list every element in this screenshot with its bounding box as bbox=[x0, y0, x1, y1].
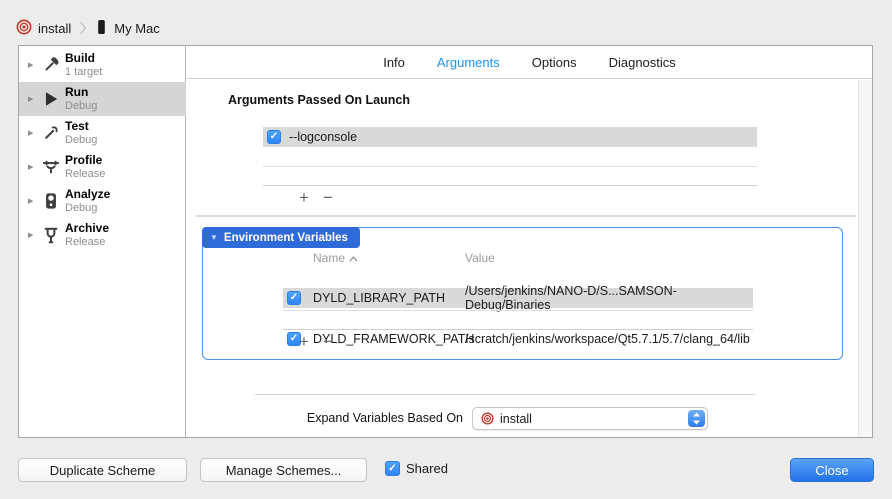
column-header-name[interactable]: Name bbox=[313, 251, 358, 265]
scheme-editor-window: { "window": { "scheme": "install", "dest… bbox=[0, 0, 892, 499]
shared-control: Shared bbox=[385, 461, 448, 476]
sidebar-item-build[interactable]: Build 1 target bbox=[19, 48, 186, 82]
disclosure-triangle-icon[interactable] bbox=[28, 95, 38, 103]
close-button[interactable]: Close bbox=[790, 458, 874, 482]
table-divider bbox=[283, 310, 753, 311]
remove-argument-button[interactable]: − bbox=[320, 190, 336, 206]
arguments-section-title: Arguments Passed On Launch bbox=[228, 93, 410, 107]
env-var-value[interactable]: /scratch/jenkins/workspace/Qt5.7.1/5.7/c… bbox=[465, 332, 750, 346]
tab-info[interactable]: Info bbox=[383, 55, 405, 70]
breadcrumb-scheme-name[interactable]: install bbox=[38, 21, 71, 36]
target-icon[interactable] bbox=[16, 19, 32, 38]
table-divider bbox=[263, 185, 757, 186]
manage-schemes-button[interactable]: Manage Schemes... bbox=[200, 458, 367, 482]
remove-env-var-button[interactable]: − bbox=[320, 334, 336, 350]
shared-label: Shared bbox=[406, 461, 448, 476]
add-argument-button[interactable]: + bbox=[296, 190, 312, 206]
expand-variables-value: install bbox=[500, 412, 532, 426]
target-icon bbox=[481, 412, 494, 425]
tab-options[interactable]: Options bbox=[532, 55, 577, 70]
sidebar-item-profile[interactable]: Profile Release bbox=[19, 150, 186, 184]
profile-icon bbox=[41, 157, 61, 177]
breadcrumb: install My Mac bbox=[16, 18, 160, 38]
mac-icon bbox=[95, 19, 108, 38]
sidebar-item-title: Test bbox=[65, 120, 97, 134]
sidebar-item-analyze[interactable]: Analyze Debug bbox=[19, 184, 186, 218]
env-var-row[interactable]: DYLD_LIBRARY_PATH /Users/jenkins/NANO-D/… bbox=[283, 288, 753, 308]
sidebar-item-subtitle: 1 target bbox=[65, 66, 102, 79]
environment-variables-badge[interactable]: Environment Variables bbox=[202, 227, 360, 248]
popup-stepper-icon[interactable] bbox=[688, 410, 705, 427]
sidebar-item-subtitle: Release bbox=[65, 236, 109, 249]
environment-variables-title: Environment Variables bbox=[224, 232, 348, 244]
sidebar-item-subtitle: Release bbox=[65, 168, 105, 181]
chevron-right-icon bbox=[79, 21, 87, 35]
env-var-value[interactable]: /Users/jenkins/NANO-D/S...SAMSON-Debug/B… bbox=[465, 284, 753, 312]
disclosure-triangle-icon[interactable] bbox=[28, 197, 38, 205]
section-separator bbox=[196, 215, 856, 217]
sidebar-item-run[interactable]: Run Debug bbox=[19, 82, 186, 116]
section-separator bbox=[255, 394, 755, 395]
sidebar-item-title: Run bbox=[65, 86, 97, 100]
column-header-value[interactable]: Value bbox=[465, 251, 495, 265]
test-icon bbox=[41, 123, 61, 143]
disclosure-triangle-icon[interactable] bbox=[28, 163, 38, 171]
sidebar-item-archive[interactable]: Archive Release bbox=[19, 218, 186, 252]
tab-diagnostics[interactable]: Diagnostics bbox=[609, 55, 676, 70]
argument-checkbox[interactable] bbox=[267, 130, 281, 144]
sidebar-item-title: Profile bbox=[65, 154, 105, 168]
sidebar-item-subtitle: Debug bbox=[65, 202, 110, 215]
disclosure-triangle-icon[interactable] bbox=[28, 231, 38, 239]
expand-variables-label: Expand Variables Based On bbox=[263, 411, 463, 425]
argument-value[interactable]: --logconsole bbox=[289, 130, 357, 144]
column-header-name-label: Name bbox=[313, 251, 345, 265]
expand-variables-popup[interactable]: install bbox=[472, 407, 708, 430]
sidebar-item-title: Archive bbox=[65, 222, 109, 236]
argument-row[interactable]: --logconsole bbox=[263, 127, 757, 147]
env-var-name[interactable]: DYLD_LIBRARY_PATH bbox=[313, 291, 445, 305]
analyze-icon bbox=[41, 191, 61, 211]
sidebar-item-subtitle: Debug bbox=[65, 100, 97, 113]
disclosure-down-icon[interactable] bbox=[210, 233, 218, 242]
build-icon bbox=[41, 55, 61, 75]
add-env-var-button[interactable]: + bbox=[296, 334, 312, 350]
env-var-name[interactable]: DYLD_FRAMEWORK_PATH bbox=[313, 332, 474, 346]
env-var-checkbox[interactable] bbox=[287, 291, 301, 305]
table-divider bbox=[263, 166, 757, 167]
sidebar: Build 1 target Run Debug Test Debug Prof… bbox=[19, 46, 186, 437]
run-icon bbox=[41, 89, 61, 109]
sidebar-item-subtitle: Debug bbox=[65, 134, 97, 147]
tab-bar: Info Arguments Options Diagnostics bbox=[187, 46, 872, 79]
archive-icon bbox=[41, 225, 61, 245]
sidebar-item-title: Build bbox=[65, 52, 102, 66]
disclosure-triangle-icon[interactable] bbox=[28, 129, 38, 137]
breadcrumb-destination-name[interactable]: My Mac bbox=[114, 21, 160, 36]
sidebar-item-test[interactable]: Test Debug bbox=[19, 116, 186, 150]
duplicate-scheme-button[interactable]: Duplicate Scheme bbox=[18, 458, 187, 482]
column-header-value-label: Value bbox=[465, 251, 495, 265]
sidebar-item-title: Analyze bbox=[65, 188, 110, 202]
env-var-row[interactable]: DYLD_FRAMEWORK_PATH /scratch/jenkins/wor… bbox=[283, 329, 753, 349]
disclosure-triangle-icon[interactable] bbox=[28, 61, 38, 69]
table-divider bbox=[283, 329, 753, 330]
sort-ascending-icon bbox=[349, 251, 358, 265]
tab-arguments[interactable]: Arguments bbox=[437, 55, 500, 70]
vertical-scrollbar[interactable] bbox=[858, 80, 872, 437]
shared-checkbox[interactable] bbox=[385, 461, 400, 476]
